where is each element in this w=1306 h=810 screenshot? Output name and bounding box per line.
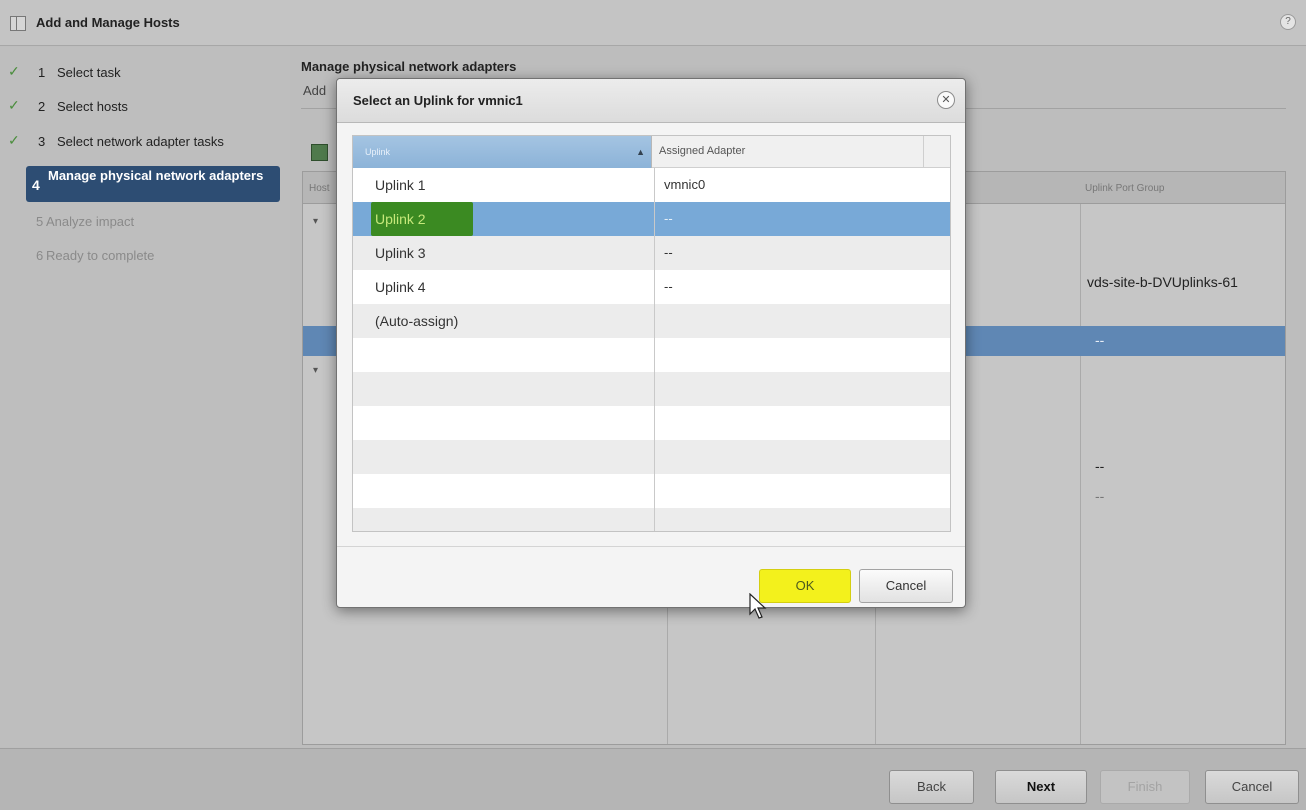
- uplink-cell: Uplink 1: [375, 177, 426, 193]
- adapter-cell: --: [664, 279, 673, 294]
- help-icon[interactable]: ?: [1280, 14, 1296, 30]
- wizard-button-bar: Back Next Finish Cancel: [0, 748, 1306, 810]
- step-label: Manage physical network adapters: [48, 168, 264, 183]
- step-ready-to-complete: 6 Ready to complete: [0, 244, 280, 268]
- step-number: 2: [38, 99, 46, 114]
- adapter-cell: vmnic0: [664, 177, 706, 192]
- step-label: Analyze impact: [46, 214, 135, 229]
- grid-cell-port-group: vds-site-b-DVUplinks-61: [1087, 274, 1238, 290]
- select-uplink-dialog: Select an Uplink for vmnic1 ✕ Uplink ▲ A…: [336, 78, 966, 608]
- column-header-label: Uplink: [365, 147, 391, 157]
- step-select-network-adapter-tasks[interactable]: ✓ 3 Select network adapter tasks: [0, 130, 280, 154]
- grid-cell-dash: --: [1095, 458, 1105, 474]
- wizard-title-bar: Add and Manage Hosts ?: [0, 0, 1306, 46]
- empty-row: [353, 372, 950, 406]
- step-select-task[interactable]: ✓ 1 Select task: [0, 61, 280, 85]
- column-header-uplink[interactable]: Uplink ▲: [353, 136, 652, 168]
- expand-chevron-icon[interactable]: ▾: [313, 365, 318, 376]
- column-header-label: Assigned Adapter: [659, 145, 746, 157]
- step-analyze-impact: 5 Analyze impact: [0, 210, 280, 234]
- uplink-cell: Uplink 2: [375, 211, 426, 227]
- step-number: 3: [38, 134, 46, 149]
- wizard-steps-panel: ✓ 1 Select task ✓ 2 Select hosts ✓ 3 Sel…: [0, 47, 290, 747]
- grid-cell-dash: --: [1095, 488, 1105, 504]
- wizard-title: Add and Manage Hosts: [36, 15, 180, 30]
- grid-cell-dash: --: [1095, 332, 1105, 348]
- check-icon: ✓: [8, 132, 20, 148]
- adapter-cell: --: [664, 211, 673, 226]
- grid-column-divider: [1080, 204, 1081, 744]
- finish-button[interactable]: Finish: [1100, 770, 1190, 804]
- table-row[interactable]: Uplink 4 --: [353, 270, 950, 304]
- empty-row: [353, 474, 950, 508]
- empty-row: [353, 508, 950, 531]
- step-manage-physical-network-adapters[interactable]: 4 Manage physical network adapters: [26, 166, 280, 202]
- dialog-cancel-button[interactable]: Cancel: [859, 569, 953, 603]
- page-title: Manage physical network adapters: [301, 59, 517, 74]
- step-select-hosts[interactable]: ✓ 2 Select hosts: [0, 95, 280, 119]
- grid-header-host[interactable]: Host: [309, 183, 330, 194]
- table-row[interactable]: Uplink 1 vmnic0: [353, 168, 950, 202]
- table-row-selected[interactable]: Uplink 2 --: [353, 202, 950, 236]
- uplink-cell: (Auto-assign): [375, 313, 459, 329]
- uplink-cell: Uplink 4: [375, 279, 426, 295]
- step-label: Select task: [57, 65, 121, 80]
- empty-row: [353, 440, 950, 474]
- check-icon: ✓: [8, 63, 20, 79]
- column-header-assigned-adapter[interactable]: Assigned Adapter: [652, 136, 924, 168]
- step-label: Select hosts: [57, 99, 128, 114]
- step-number: 4: [32, 177, 40, 193]
- step-label: Select network adapter tasks: [57, 134, 224, 149]
- assign-uplink-icon[interactable]: [311, 144, 328, 161]
- step-label: Ready to complete: [46, 248, 155, 263]
- close-icon[interactable]: ✕: [937, 91, 955, 109]
- grid-header-uplink-port-group[interactable]: Uplink Port Group: [1085, 183, 1164, 194]
- next-button[interactable]: Next: [995, 770, 1087, 804]
- dialog-footer-divider: [337, 546, 965, 547]
- uplink-cell: Uplink 3: [375, 245, 426, 261]
- table-row[interactable]: (Auto-assign): [353, 304, 950, 338]
- cancel-button[interactable]: Cancel: [1205, 770, 1299, 804]
- dialog-title: Select an Uplink for vmnic1: [353, 93, 523, 108]
- adapter-cell: --: [664, 245, 673, 260]
- page-subtitle: Add: [303, 83, 327, 98]
- mouse-cursor-icon: [749, 593, 767, 619]
- empty-row: [353, 406, 950, 440]
- uplink-table-header: Uplink ▲ Assigned Adapter: [353, 136, 950, 168]
- check-icon: ✓: [8, 97, 20, 113]
- table-row[interactable]: Uplink 3 --: [353, 236, 950, 270]
- step-number: 1: [38, 65, 46, 80]
- dialog-title-bar: Select an Uplink for vmnic1 ✕: [337, 79, 965, 123]
- back-button[interactable]: Back: [889, 770, 974, 804]
- uplink-table: Uplink ▲ Assigned Adapter Uplink 1 vmnic…: [352, 135, 951, 532]
- wizard-window-icon: [10, 16, 26, 31]
- step-number: 5: [36, 214, 44, 229]
- column-divider: [654, 168, 655, 531]
- sort-ascending-icon: ▲: [636, 147, 645, 157]
- step-number: 6: [36, 248, 44, 263]
- expand-chevron-icon[interactable]: ▾: [313, 216, 318, 227]
- empty-row: [353, 338, 950, 372]
- ok-button[interactable]: OK: [759, 569, 851, 603]
